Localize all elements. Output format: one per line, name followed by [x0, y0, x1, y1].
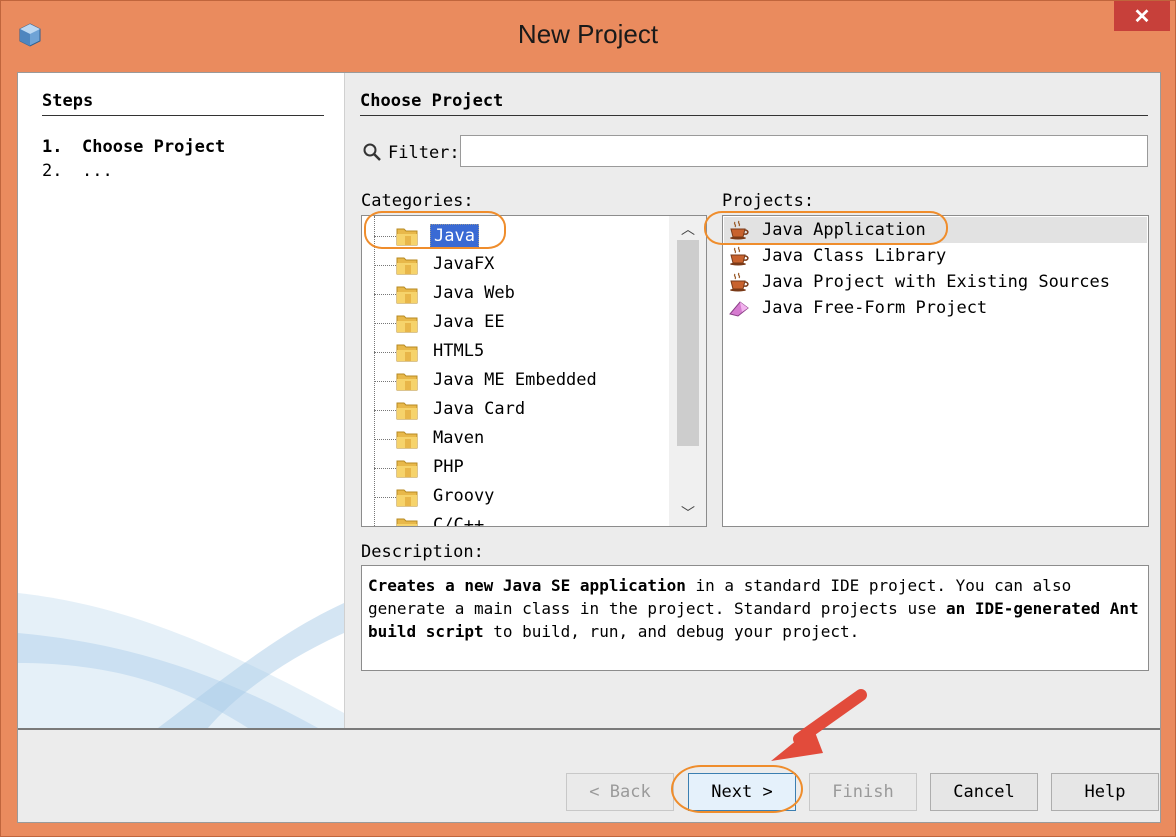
category-label: Groovy	[433, 486, 495, 506]
category-label: HTML5	[433, 341, 485, 361]
categories-label: Categories:	[361, 191, 474, 211]
category-item[interactable]: PHP	[362, 454, 668, 482]
steps-panel: Steps 1. Choose Project 2....	[18, 73, 344, 728]
tree-connector	[374, 410, 396, 411]
category-label: C/C++	[433, 515, 485, 527]
step-item-next: 2....	[42, 161, 113, 181]
category-label: Java	[430, 224, 479, 248]
window-title: New Project	[517, 19, 659, 49]
wizard-decoration-swoosh	[18, 593, 344, 728]
finish-button[interactable]: Finish	[809, 773, 917, 811]
annotation-arrow-icon	[771, 689, 867, 761]
project-label: Java Project with Existing Sources	[762, 272, 1110, 292]
help-button[interactable]: Help	[1051, 773, 1159, 811]
tree-connector	[374, 497, 396, 498]
folder-icon	[396, 431, 418, 449]
panel-divider	[344, 73, 345, 728]
coffee-cup-icon	[730, 272, 749, 292]
filter-input[interactable]	[460, 135, 1148, 167]
description-text: Creates a new Java SE application in a s…	[361, 565, 1149, 671]
category-item[interactable]: JavaFX	[362, 251, 668, 279]
category-item[interactable]: Java EE	[362, 309, 668, 337]
category-label: Java Web	[433, 283, 515, 303]
tree-connector	[374, 294, 396, 295]
category-label: JavaFX	[433, 254, 495, 274]
category-item[interactable]: Java Card	[362, 396, 668, 424]
next-button[interactable]: Next >	[688, 773, 796, 811]
category-label: PHP	[433, 457, 464, 477]
description-bold-1: Creates a new Java SE application	[368, 576, 686, 595]
scroll-down-arrow-icon[interactable]: ﹀	[669, 502, 706, 524]
tree-connector	[374, 439, 396, 440]
project-item[interactable]: Java Application	[724, 217, 1147, 243]
projects-list[interactable]: Java Application Java Class Library Java P…	[722, 215, 1149, 527]
cancel-button[interactable]: Cancel	[930, 773, 1038, 811]
search-icon	[363, 143, 381, 161]
description-label: Description:	[361, 542, 484, 562]
folder-icon	[396, 373, 418, 391]
page-title: Choose Project	[360, 91, 1148, 116]
category-item[interactable]: Java ME Embedded	[362, 367, 668, 395]
back-button[interactable]: < Back	[566, 773, 674, 811]
step-number: 1.	[42, 137, 63, 157]
category-label: Java ME Embedded	[433, 370, 597, 390]
title-bar[interactable]: New Project ✕	[1, 1, 1175, 67]
folder-icon	[396, 228, 418, 246]
tree-connector	[374, 265, 396, 266]
tree-connector	[374, 352, 396, 353]
button-bar-divider	[18, 728, 1160, 730]
filter-label: Filter:	[388, 143, 460, 163]
folder-icon	[396, 402, 418, 420]
project-item[interactable]: Java Project with Existing Sources	[724, 269, 1147, 295]
categories-tree[interactable]: Java JavaFX Java Web Java EE HTML5 Java ME Em…	[361, 215, 707, 527]
description-text-2: to build, run, and debug your project.	[483, 622, 860, 641]
dialog-window: New Project ✕ Steps 1. Choose Project 2..…	[0, 0, 1176, 837]
folder-icon	[396, 518, 418, 526]
category-item[interactable]: Java Web	[362, 280, 668, 308]
projects-label: Projects:	[722, 191, 815, 211]
folder-icon	[396, 460, 418, 478]
step-item-choose-project: 1. Choose Project	[42, 137, 225, 157]
project-label: Java Free-Form Project	[762, 298, 988, 318]
free-form-icon	[729, 301, 749, 317]
category-item[interactable]: Groovy	[362, 483, 668, 511]
close-button[interactable]: ✕	[1114, 1, 1170, 31]
folder-icon	[396, 257, 418, 275]
folder-icon	[396, 286, 418, 304]
project-label: Java Class Library	[762, 246, 947, 266]
step-label: Choose Project	[82, 137, 226, 157]
category-label: Java EE	[433, 312, 505, 332]
step-label: ...	[82, 161, 113, 181]
dialog-client: Steps 1. Choose Project 2.... Choose Proj…	[17, 72, 1161, 823]
categories-scrollbar[interactable]: ︿ ﹀	[669, 216, 706, 526]
category-item[interactable]: Java	[362, 222, 668, 250]
coffee-cup-icon	[730, 220, 749, 240]
category-item[interactable]: Maven	[362, 425, 668, 453]
tree-connector	[374, 381, 396, 382]
folder-icon	[396, 344, 418, 362]
tree-connector	[374, 323, 396, 324]
category-item[interactable]: HTML5	[362, 338, 668, 366]
folder-icon	[396, 315, 418, 333]
scroll-up-arrow-icon[interactable]: ︿	[669, 218, 706, 240]
tree-connector	[374, 526, 396, 527]
folder-icon	[396, 489, 418, 507]
project-item[interactable]: Java Free-Form Project	[724, 295, 1147, 321]
tree-connector	[374, 236, 396, 237]
tree-connector	[374, 468, 396, 469]
project-item[interactable]: Java Class Library	[724, 243, 1147, 269]
category-item[interactable]: C/C++	[362, 512, 668, 527]
category-label: Maven	[433, 428, 485, 448]
step-number: 2.	[42, 161, 63, 181]
coffee-cup-icon	[730, 246, 749, 266]
scrollbar-thumb[interactable]	[677, 240, 699, 446]
project-label: Java Application	[762, 220, 926, 240]
category-label: Java Card	[433, 399, 526, 419]
steps-title: Steps	[42, 91, 324, 116]
